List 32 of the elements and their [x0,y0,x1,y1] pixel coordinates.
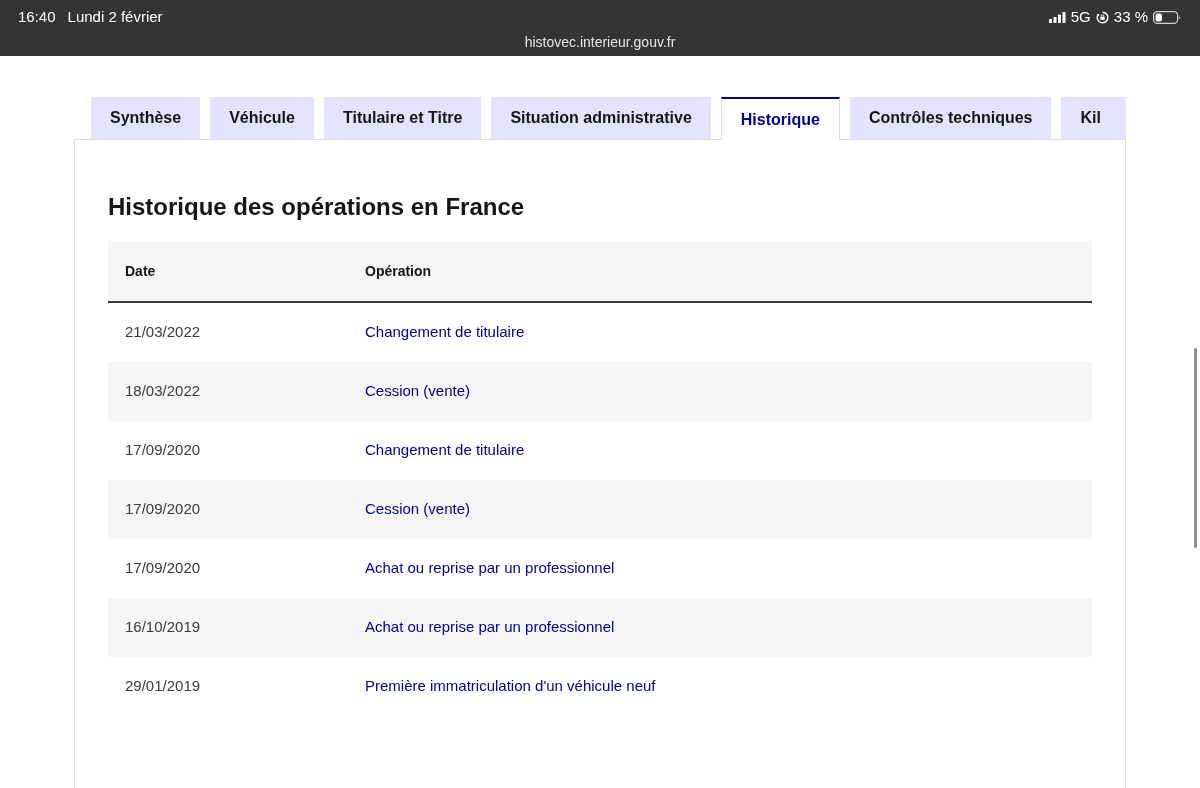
clock-time: 16:40 [18,6,56,27]
operation-link[interactable]: Changement de titulaire [365,441,525,459]
tab[interactable]: Synthèse [91,97,201,139]
operation-link[interactable]: Cession (vente) [365,382,471,400]
tab[interactable]: Véhicule [210,97,314,139]
tab[interactable]: Historique [720,97,840,140]
operation-link[interactable]: Cession (vente) [365,500,471,518]
battery-icon [1153,10,1181,24]
tab[interactable]: Titulaire et Titre [323,97,482,139]
signal-icon [1048,11,1066,23]
column-header: Opération [365,262,432,279]
tab[interactable]: Contrôles techniques [849,97,1052,139]
battery-percent: 33 % [1113,6,1148,27]
column-header: Date [125,262,156,279]
date-text: 17/09/2020 [125,500,201,518]
date-text: 18/03/2022 [125,382,201,400]
date-text: 16/10/2019 [125,618,201,636]
date-text: Lundi 2 février [67,6,163,27]
date-text: 21/03/2022 [125,323,201,341]
operation-link[interactable]: Changement de titulaire [365,323,525,341]
section-title: Historique des opérations en France [108,192,526,222]
date-text: 17/09/2020 [125,559,201,577]
network-label: 5G [1070,6,1091,27]
operation-link[interactable]: Achat ou reprise par un professionnel [365,618,615,636]
tab[interactable]: Kil [1061,97,1126,139]
tab[interactable]: Situation administrative [491,97,711,139]
date-text: 29/01/2019 [125,677,201,695]
date-text: 17/09/2020 [125,441,201,459]
operation-link[interactable]: Première immatriculation d'un véhicule neuf [365,677,656,695]
operation-link[interactable]: Achat ou reprise par un professionnel [365,559,615,577]
url-text: histovec.interieur.gouv.fr [524,34,676,50]
rotation-lock-icon [1095,10,1109,24]
